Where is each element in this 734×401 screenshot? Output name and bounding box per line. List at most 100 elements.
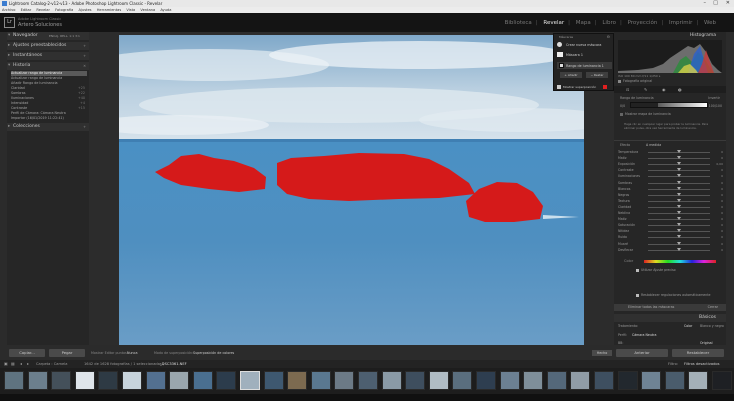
crop-tool-icon[interactable]: ⊡ xyxy=(626,87,629,92)
adjustment-slider[interactable] xyxy=(648,180,710,184)
adjustment-slider[interactable] xyxy=(648,241,710,245)
reset-button[interactable]: Restablecer xyxy=(672,349,724,357)
effect-preset-select[interactable]: A medida xyxy=(646,143,661,147)
paste-settings-button[interactable]: Pegar xyxy=(49,349,85,357)
clear-history-icon[interactable]: ✕ xyxy=(83,62,86,70)
second-window-icon[interactable]: ▣ xyxy=(4,360,8,368)
menu-herramientas[interactable]: Herramientas xyxy=(97,8,121,12)
create-mask-icon[interactable] xyxy=(557,42,562,47)
menu-archivo[interactable]: Archivo xyxy=(2,8,15,12)
filmstrip-thumbnail[interactable] xyxy=(216,371,237,390)
module-libro[interactable]: Libro xyxy=(602,20,616,26)
menu-ajustes[interactable]: Ajustes xyxy=(78,8,91,12)
wb-select[interactable]: Original xyxy=(700,341,712,345)
heal-tool-icon[interactable]: ✎ xyxy=(644,87,647,92)
subtract-mask-button[interactable]: − Restar xyxy=(586,72,608,78)
slider-knob[interactable] xyxy=(677,168,681,172)
filmstrip-thumbnail[interactable] xyxy=(499,371,520,390)
mask-tool-icon[interactable]: ◍ xyxy=(678,87,682,92)
minimize-icon[interactable]: – xyxy=(704,0,707,7)
add-collection-icon[interactable]: + xyxy=(83,123,86,131)
invert-label[interactable]: Invertir xyxy=(708,96,720,100)
slider-knob[interactable] xyxy=(677,223,681,227)
adjustment-slider[interactable] xyxy=(648,223,710,227)
slider-knob[interactable] xyxy=(677,204,681,208)
histogram-header[interactable]: Histograma xyxy=(614,32,726,40)
menu-vista[interactable]: Vista xyxy=(126,8,135,12)
collapse-icon[interactable]: ⊖ xyxy=(607,34,610,39)
module-proyeccion[interactable]: Proyección xyxy=(628,20,658,26)
snapshots-header[interactable]: ▸ Instantáneos + xyxy=(7,52,89,60)
redeye-tool-icon[interactable]: ◉ xyxy=(662,87,666,92)
navigator-header[interactable]: ▾ Navegador ENCAJ. RELL. 1:1 3:1 xyxy=(7,32,89,40)
treatment-color-option[interactable]: Color xyxy=(684,324,692,328)
filmstrip-thumbnail[interactable] xyxy=(240,371,260,390)
filmstrip-thumbnail[interactable] xyxy=(546,371,567,390)
adjustment-slider[interactable] xyxy=(648,204,710,208)
adjustment-slider[interactable] xyxy=(648,162,710,166)
add-preset-icon[interactable]: + xyxy=(83,42,86,50)
fine-adjust-checkbox[interactable] xyxy=(636,269,639,272)
filmstrip-thumbnail[interactable] xyxy=(51,371,72,390)
module-web[interactable]: Web xyxy=(704,20,716,26)
slider-knob[interactable] xyxy=(677,150,681,153)
adjustment-slider[interactable] xyxy=(648,217,710,221)
luminance-range-slider[interactable] xyxy=(630,102,708,108)
create-mask-button[interactable]: Crear nueva máscara xyxy=(566,43,601,47)
filmstrip-thumbnail[interactable] xyxy=(594,371,614,390)
adjustment-slider[interactable] xyxy=(648,198,710,202)
adjustment-slider[interactable] xyxy=(648,247,710,251)
filmstrip-thumbnail[interactable] xyxy=(310,371,331,390)
filmstrip-thumbnail[interactable] xyxy=(688,371,709,390)
overlay-mode-select[interactable]: Superposición de colores xyxy=(193,351,234,355)
slider-knob[interactable] xyxy=(677,211,681,214)
close-mask-button[interactable]: Cerrar xyxy=(708,304,718,311)
adjustment-slider[interactable] xyxy=(648,186,710,190)
add-snapshot-icon[interactable]: + xyxy=(83,52,86,60)
filmstrip-thumbnail[interactable] xyxy=(358,371,378,390)
filmstrip-thumbnail[interactable] xyxy=(287,371,308,390)
copy-settings-button[interactable]: Copiar... xyxy=(9,349,45,357)
filmstrip-thumbnail[interactable] xyxy=(27,371,48,390)
filmstrip-thumbnail[interactable] xyxy=(452,371,473,390)
filmstrip-thumbnail[interactable] xyxy=(428,371,449,390)
slider-knob[interactable] xyxy=(677,192,681,196)
filmstrip-thumbnail[interactable] xyxy=(664,371,685,390)
filmstrip-thumbnail[interactable] xyxy=(405,371,426,390)
mask-thumbnail-icon[interactable] xyxy=(557,52,563,57)
back-arrow-icon[interactable]: ◂ xyxy=(20,360,22,368)
grid-view-icon[interactable]: ▦ xyxy=(11,360,15,368)
slider-knob[interactable] xyxy=(677,247,681,251)
filmstrip-thumbnail[interactable] xyxy=(334,371,355,390)
overlay-color-swatch[interactable] xyxy=(603,85,607,89)
adjustment-slider[interactable] xyxy=(648,229,710,233)
mask-1-label[interactable]: Máscara 1 xyxy=(566,53,583,57)
filmstrip-thumbnail[interactable] xyxy=(122,371,142,390)
adjustment-slider[interactable] xyxy=(648,211,710,214)
collections-header[interactable]: ▸ Colecciones + xyxy=(7,123,89,131)
photo-preview[interactable] xyxy=(119,35,584,345)
delete-all-masks-button[interactable]: Eliminar todas las máscaras xyxy=(628,304,674,311)
history-header[interactable]: ▾ Historia ✕ xyxy=(7,62,89,70)
luminance-checkbox[interactable] xyxy=(559,63,564,68)
module-mapa[interactable]: Mapa xyxy=(576,20,591,26)
menu-revelar[interactable]: Revelar xyxy=(36,8,50,12)
profile-select[interactable]: Cámara Neutra xyxy=(632,333,656,337)
slider-knob[interactable] xyxy=(677,180,681,184)
slider-knob[interactable] xyxy=(677,198,681,202)
filmstrip-thumbnail[interactable] xyxy=(712,371,732,390)
hue-slider[interactable] xyxy=(644,260,716,263)
basics-header[interactable]: Básicos xyxy=(614,314,726,322)
close-icon[interactable]: ✕ xyxy=(726,0,730,7)
treatment-bw-option[interactable]: Blanco y negro xyxy=(700,324,724,328)
adjustment-slider[interactable] xyxy=(648,235,710,239)
filmstrip-thumbnail[interactable] xyxy=(381,371,402,390)
slider-knob[interactable] xyxy=(677,235,681,239)
filmstrip-thumbnail[interactable] xyxy=(4,371,24,390)
slider-knob[interactable] xyxy=(677,174,681,178)
overlay-checkbox[interactable] xyxy=(557,85,561,89)
module-revelar[interactable]: Revelar xyxy=(543,20,564,26)
add-mask-button[interactable]: + Añadir xyxy=(560,72,582,78)
filmstrip-thumbnail[interactable] xyxy=(169,371,190,390)
lum-map-checkbox[interactable] xyxy=(620,113,623,116)
